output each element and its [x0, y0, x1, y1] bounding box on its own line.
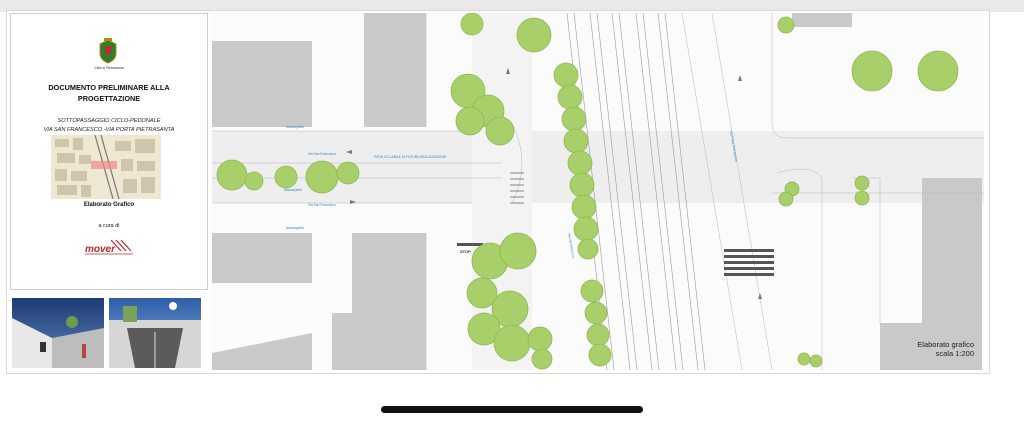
municipality-label: Città di Pietrasanta — [94, 66, 124, 70]
site-plan-drawing: STOP Marciapiede Via San Francesco PISTA… — [212, 13, 984, 370]
label-marciapiede-s: Marciapiede — [286, 226, 304, 230]
title-line-2: PROGETTAZIONE — [77, 94, 141, 103]
label-marciapiede-n: Marciapiede — [286, 125, 304, 129]
municipal-crest-icon — [99, 38, 117, 64]
subtitle-line-2: VIA SAN FRANCESCO -VIA PORTA PIETRASANTA — [43, 127, 175, 133]
scale-caption: Elaborato grafico scala 1:200 — [917, 340, 974, 358]
subtitle-line-1: SOTTOPASSAGGIO CICLO-PEDONALE — [57, 118, 161, 124]
home-indicator[interactable] — [381, 406, 643, 413]
building-nw — [212, 41, 312, 127]
title-block: Città di Pietrasanta DOCUMENTO PRELIMINA… — [10, 13, 208, 290]
building-ne — [792, 13, 852, 27]
stop-label: STOP — [460, 249, 471, 254]
location-map — [51, 135, 161, 199]
building-n — [364, 13, 426, 127]
logo-text: mover — [85, 244, 116, 255]
title-block-column: Città di Pietrasanta DOCUMENTO PRELIMINA… — [6, 10, 208, 372]
title-line-1: DOCUMENTO PRELIMINARE ALLA — [48, 83, 170, 92]
label-via-san-francesco-2: Via San Francesco — [308, 203, 336, 207]
elaborato-heading: Elaborato Grafico — [83, 202, 135, 208]
document-subtitle: SOTTOPASSAGGIO CICLO-PEDONALE VIA SAN FR… — [11, 117, 207, 135]
label-via-san-francesco-1: Via San Francesco — [308, 152, 336, 156]
scale-title: Elaborato grafico — [917, 340, 974, 349]
stop-line — [457, 243, 483, 246]
building-w — [212, 233, 312, 283]
site-plan: STOP Marciapiede Via San Francesco PISTA… — [212, 13, 984, 370]
label-marciapiede-mid: Marciapiede — [284, 188, 302, 192]
render-photo-2 — [109, 298, 201, 368]
render-photo-1 — [12, 298, 104, 368]
label-pista-ciclabile: PISTA CICLABILE DI FUTURA REALIZZAZIONE — [374, 155, 447, 159]
mover-logo: mover — [85, 239, 133, 255]
scale-value: scala 1:200 — [935, 349, 974, 358]
cura-label: a cura di — [98, 223, 120, 229]
document-title: DOCUMENTO PRELIMINARE ALLA PROGETTAZIONE — [11, 82, 207, 104]
